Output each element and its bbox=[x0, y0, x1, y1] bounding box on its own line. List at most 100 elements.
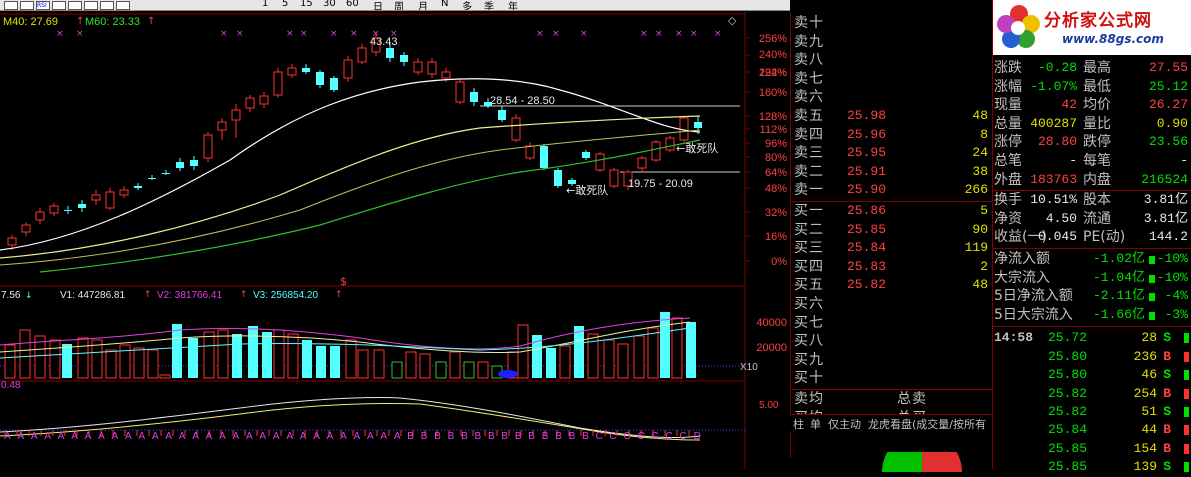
period-5min[interactable]: 5 bbox=[282, 0, 288, 9]
volume-bar bbox=[119, 344, 131, 379]
candle-body bbox=[540, 146, 548, 168]
ask-level-label: 卖五 bbox=[794, 108, 824, 124]
magenta-marker-icon: × bbox=[714, 29, 722, 39]
period-month[interactable]: 月 bbox=[418, 0, 428, 10]
period-year[interactable]: 年 bbox=[508, 0, 518, 10]
bid-row[interactable]: 买一 25.86 5 bbox=[791, 202, 992, 221]
ma60-label: M60: 23.33 bbox=[85, 16, 140, 28]
period-1min[interactable]: 1 bbox=[262, 0, 268, 9]
ask-row[interactable]: 卖三 25.95 24 bbox=[791, 144, 992, 163]
bid-row[interactable]: 买六 bbox=[791, 295, 992, 314]
candle-body bbox=[357, 47, 367, 63]
candle bbox=[134, 183, 142, 190]
rsi-icon[interactable]: RSI bbox=[36, 1, 50, 10]
candle-body bbox=[245, 97, 255, 109]
candle bbox=[49, 203, 59, 216]
magenta-marker-icon: × bbox=[236, 29, 244, 39]
period-15min[interactable]: 15 bbox=[300, 0, 313, 9]
zoom-icon[interactable] bbox=[52, 1, 66, 10]
bid-volume: 119 bbox=[964, 240, 988, 256]
kline-icon[interactable] bbox=[20, 1, 34, 10]
volume-bar bbox=[147, 349, 159, 379]
tick-side: B bbox=[1163, 440, 1171, 456]
magenta-marker-icon: × bbox=[76, 29, 84, 39]
bid-row[interactable]: 买九 bbox=[791, 351, 992, 370]
quote-label: 涨跌 bbox=[994, 60, 1022, 76]
period-week[interactable]: 周 bbox=[394, 0, 404, 10]
bid-row[interactable]: 买五 25.82 48 bbox=[791, 276, 992, 295]
logo-title: 分析家公式网 bbox=[1044, 11, 1152, 31]
tab-dragon-tiger[interactable]: 龙虎看盘(成交量/按所有 bbox=[868, 416, 986, 432]
fund-flow-row: 5日大宗流入 -1.66亿 -3% bbox=[992, 306, 1191, 325]
period-multi[interactable]: 多 bbox=[462, 0, 472, 10]
box-icon[interactable] bbox=[84, 1, 98, 10]
bid-level-label: 买八 bbox=[794, 333, 824, 350]
bid-row[interactable]: 买三 25.84 119 bbox=[791, 239, 992, 258]
quote-row: 外盘 183763 内盘 216524 bbox=[992, 171, 1191, 190]
candle-body bbox=[148, 178, 156, 179]
tab-single[interactable]: 单 bbox=[810, 416, 821, 432]
flow-label: 大宗流入 bbox=[994, 269, 1050, 286]
period-day[interactable]: 日 bbox=[373, 0, 383, 10]
volume-bar bbox=[248, 326, 258, 378]
bid-row[interactable]: 买八 bbox=[791, 332, 992, 351]
quote-label: 换手 bbox=[994, 192, 1022, 209]
period-30min[interactable]: 30 bbox=[323, 0, 336, 9]
ask-row[interactable]: 卖七 bbox=[791, 70, 992, 89]
percent-tick-label: 192% bbox=[759, 67, 787, 79]
candlestick-series bbox=[7, 34, 702, 250]
candle-body bbox=[302, 68, 310, 72]
quote-value: 4.50 bbox=[1045, 210, 1077, 226]
bid-row[interactable]: 买四 25.83 2 bbox=[791, 258, 992, 277]
bid-row[interactable]: 买二 25.85 90 bbox=[791, 221, 992, 240]
stock-chart[interactable]: × × × × × × × × × × × × × × × × × × M40: 27.69 ↑ M60: 23.… bbox=[0, 12, 790, 469]
percent-axis: 256%240%224%160%128%112%96%80%64%48%32%1… bbox=[745, 33, 787, 268]
box2-icon[interactable] bbox=[100, 1, 114, 10]
ask-row[interactable]: 卖八 bbox=[791, 51, 992, 70]
quote-value: 28.80 bbox=[1037, 134, 1077, 150]
tab-active-only[interactable]: 仅主动 bbox=[828, 416, 861, 432]
quote-row: 总量 400287 量比 0.90 bbox=[992, 115, 1191, 134]
period-n[interactable]: N bbox=[441, 0, 448, 9]
flow-percent: -10% bbox=[1156, 251, 1188, 266]
candle bbox=[273, 68, 283, 98]
tick-row: 14:58 25.72 28 S bbox=[992, 329, 1191, 347]
tick-price: 25.80 bbox=[1048, 367, 1088, 383]
window-icon[interactable] bbox=[116, 1, 130, 10]
ask-row[interactable]: 卖十 bbox=[791, 14, 992, 33]
volume-bar bbox=[449, 351, 461, 379]
ask-row[interactable]: 卖二 25.91 38 bbox=[791, 163, 992, 182]
volume-bar bbox=[262, 332, 272, 378]
candle-body bbox=[316, 72, 324, 85]
candle-body bbox=[525, 145, 535, 159]
tick-bar-icon bbox=[1184, 333, 1189, 344]
magenta-marker-icon: × bbox=[56, 29, 64, 39]
ask-row[interactable]: 卖五 25.98 48 bbox=[791, 107, 992, 126]
tool-icon[interactable] bbox=[68, 1, 82, 10]
candle-body bbox=[217, 121, 227, 131]
candle-body bbox=[287, 67, 297, 76]
tick-side: B bbox=[1163, 422, 1171, 438]
ma60-arrow-icon: ↑ bbox=[147, 16, 155, 27]
diamond-icon[interactable]: ◇ bbox=[728, 14, 737, 27]
candle bbox=[498, 106, 506, 122]
ask-row[interactable]: 卖一 25.90 266 bbox=[791, 181, 992, 200]
candle-body bbox=[427, 61, 437, 75]
ask-row[interactable]: 卖六 bbox=[791, 88, 992, 107]
candle-body bbox=[609, 169, 619, 187]
volume-bar bbox=[62, 344, 72, 378]
tab-bar[interactable]: 柱 bbox=[793, 416, 804, 432]
period-60min[interactable]: 60 bbox=[346, 0, 359, 9]
bid-row[interactable]: 买七 bbox=[791, 314, 992, 333]
bid-row[interactable]: 买十 bbox=[791, 369, 992, 388]
candle-body bbox=[119, 189, 129, 196]
chart-line-icon[interactable] bbox=[4, 1, 18, 10]
ask-price: 25.91 bbox=[847, 163, 887, 179]
ask-row[interactable]: 卖四 25.96 8 bbox=[791, 126, 992, 145]
quote-label: 量比 bbox=[1083, 115, 1111, 132]
candle bbox=[595, 152, 605, 172]
candle bbox=[413, 58, 423, 75]
period-season[interactable]: 季 bbox=[484, 0, 494, 10]
ask-row[interactable]: 卖九 bbox=[791, 33, 992, 52]
fund-flow-row: 5日净流入额 -2.11亿 -4% bbox=[992, 287, 1191, 306]
